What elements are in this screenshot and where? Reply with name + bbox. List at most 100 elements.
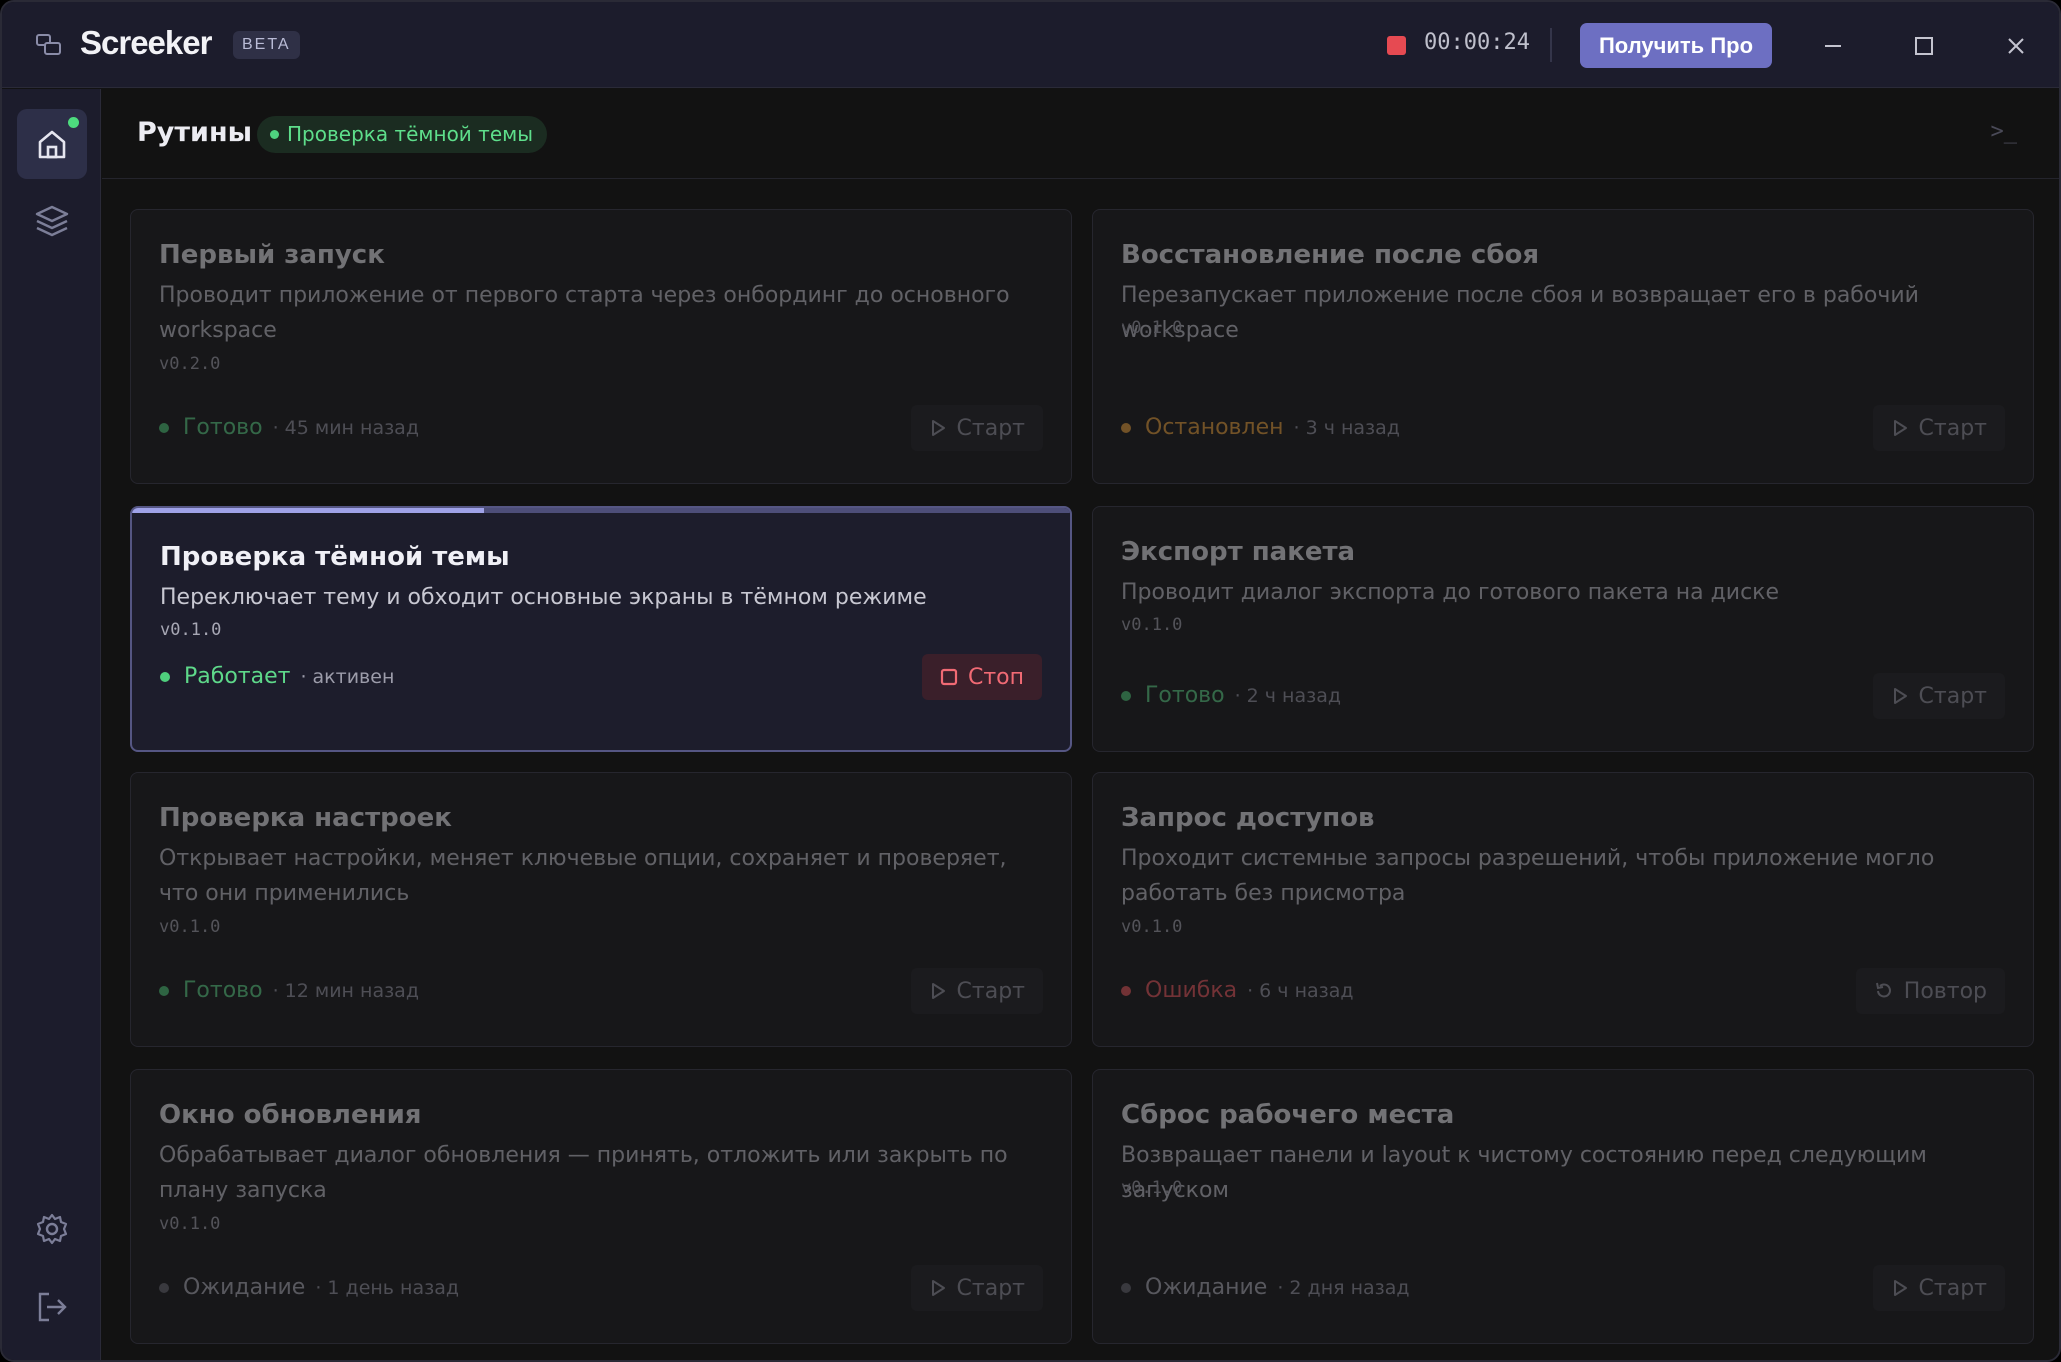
status-dot [159, 985, 169, 996]
status-dot [1121, 1282, 1131, 1293]
maximize-icon [1915, 37, 1933, 55]
stop-icon [940, 668, 958, 686]
start-button[interactable]: Старт [1872, 405, 2005, 451]
retry-button[interactable]: Повтор [1855, 968, 2005, 1014]
routine-title: Проверка настроек [159, 803, 452, 833]
status-dot [68, 117, 79, 128]
status-label: Готово [183, 415, 263, 440]
routine-description: Переключает тему и обходит основные экра… [160, 585, 927, 610]
main-content: Рутины Проверка тёмной темы >_ Первый за… [102, 89, 2059, 1360]
play-icon [931, 1280, 945, 1296]
routine-status: Остановлен · 3 ч назад [1121, 415, 1400, 440]
button-label: Старт [956, 1275, 1025, 1301]
play-icon [931, 983, 945, 999]
active-routine-badge[interactable]: Проверка тёмной темы [257, 116, 547, 153]
routine-version: v0.1.0 [1121, 318, 1183, 338]
routine-status: Работает · активен [160, 664, 394, 689]
terminal-icon[interactable]: >_ [1991, 119, 2018, 144]
button-label: Старт [1918, 415, 1987, 441]
routine-status: Ожидание · 1 день назад [159, 1275, 459, 1300]
routine-version: v0.1.0 [159, 1214, 221, 1234]
start-button[interactable]: Старт [1872, 673, 2005, 719]
start-button[interactable]: Старт [910, 1265, 1043, 1311]
routine-title: Экспорт пакета [1121, 537, 1356, 567]
routine-title: Сброс рабочего места [1121, 1100, 1455, 1130]
status-time: · 12 мин назад [272, 979, 419, 1002]
routine-card-export-package[interactable]: Экспорт пакета Проводит диалог экспорта д… [1092, 506, 2034, 752]
status-dot [270, 130, 279, 139]
recording-stop-icon[interactable] [1387, 36, 1406, 55]
start-button[interactable]: Старт [1872, 1265, 2005, 1311]
maximize-button[interactable] [1904, 26, 1944, 66]
sidebar [2, 89, 101, 1360]
routine-title: Проверка тёмной темы [160, 542, 510, 572]
routine-title: Восстановление после сбоя [1121, 240, 1540, 270]
status-time: · 45 мин назад [272, 416, 419, 439]
status-time: · 2 дня назад [1277, 1276, 1410, 1299]
routine-description: Проводит приложение от первого старта че… [159, 283, 1010, 343]
play-icon [1893, 688, 1907, 704]
active-routine-label: Проверка тёмной темы [287, 122, 533, 146]
page-title: Рутины [137, 117, 253, 148]
minimize-button[interactable] [1813, 26, 1853, 66]
routine-status: Готово · 2 ч назад [1121, 683, 1341, 708]
routine-card-dark-theme[interactable]: Проверка тёмной темы Переключает тему и о… [130, 506, 1072, 752]
status-dot [159, 1282, 169, 1293]
start-button[interactable]: Старт [910, 968, 1043, 1014]
beta-badge: BETA [233, 31, 300, 59]
routine-status: Готово · 12 мин назад [159, 978, 419, 1003]
button-label: Старт [1918, 1275, 1987, 1301]
sidebar-item-home[interactable] [17, 109, 87, 179]
routine-card-first-launch[interactable]: Первый запуск Проводит приложение от перв… [130, 209, 1072, 484]
routine-description: Проводит диалог экспорта до готового пак… [1121, 580, 1779, 605]
button-label: Старт [956, 415, 1025, 441]
routine-description: Обрабатывает диалог обновления — принять… [159, 1143, 1008, 1203]
status-dot [1121, 690, 1131, 701]
status-label: Остановлен [1145, 415, 1284, 440]
stop-button[interactable]: Стоп [921, 654, 1042, 700]
status-time: · 1 день назад [315, 1276, 459, 1299]
button-label: Стоп [967, 664, 1024, 690]
title-bar: Screeker BETA 00:00:24 Получить Про [2, 2, 2059, 88]
status-time: · активен [300, 665, 395, 688]
routine-version: v0.1.0 [1121, 917, 1183, 937]
start-button[interactable]: Старт [910, 405, 1043, 451]
routine-version: v0.1.0 [160, 620, 222, 640]
routine-status: Ожидание · 2 дня назад [1121, 1275, 1410, 1300]
sidebar-item-routines[interactable] [17, 186, 87, 256]
play-icon [1893, 1280, 1907, 1296]
status-dot [1121, 422, 1131, 433]
routine-card-permissions[interactable]: Запрос доступов Проходит системные запрос… [1092, 772, 2034, 1047]
status-label: Ожидание [183, 1275, 306, 1300]
app-logo-icon [36, 34, 61, 55]
status-time: · 2 ч назад [1234, 684, 1341, 707]
routine-card-update-window[interactable]: Окно обновления Обрабатывает диалог обнов… [130, 1069, 1072, 1344]
app-window: Screeker BETA 00:00:24 Получить Про Рути… [0, 0, 2061, 1362]
status-time: · 6 ч назад [1247, 979, 1354, 1002]
routine-description: Возвращает панели и layout к чистому сос… [1121, 1143, 1927, 1203]
routine-version: v0.1.0 [1121, 615, 1183, 635]
sidebar-item-settings[interactable] [17, 1194, 87, 1264]
get-pro-button[interactable]: Получить Про [1580, 23, 1772, 68]
gear-icon [36, 1213, 68, 1245]
routine-version: v0.1.0 [159, 917, 221, 937]
play-icon [1893, 420, 1907, 436]
button-label: Старт [1918, 683, 1987, 709]
routine-card-workspace-reset[interactable]: Сброс рабочего места Возвращает панели и … [1092, 1069, 2034, 1344]
retry-icon [1875, 982, 1891, 998]
close-button[interactable] [1996, 26, 2036, 66]
status-label: Ошибка [1145, 978, 1238, 1003]
routine-description: Проходит системные запросы разрешений, ч… [1121, 846, 1935, 906]
progress-bar [132, 508, 1070, 513]
status-dot [1121, 985, 1131, 996]
status-dot [160, 671, 170, 682]
home-icon [38, 130, 66, 159]
routine-version: v0.2.0 [159, 354, 221, 374]
sidebar-item-logout[interactable] [17, 1272, 87, 1342]
routine-status: Ошибка · 6 ч назад [1121, 978, 1354, 1003]
status-time: · 3 ч назад [1293, 416, 1400, 439]
routine-card-settings-check[interactable]: Проверка настроек Открывает настройки, ме… [130, 772, 1072, 1047]
routine-description: Перезапускает приложение после сбоя и во… [1121, 283, 1919, 343]
routine-card-crash-recovery[interactable]: Восстановление после сбоя Перезапускает п… [1092, 209, 2034, 484]
routine-title: Запрос доступов [1121, 803, 1375, 833]
